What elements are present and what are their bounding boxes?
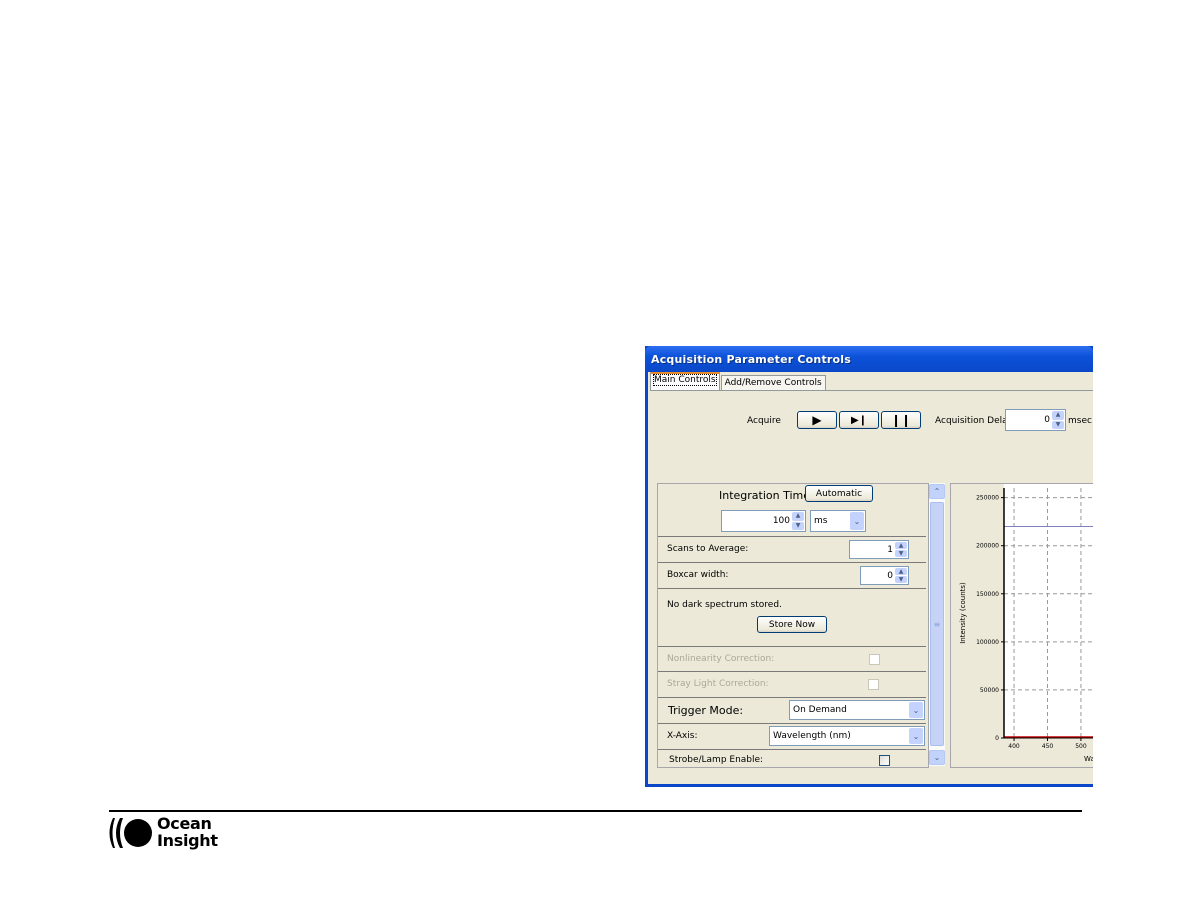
pause-icon: ❙❙ [890,413,912,427]
x-tick-label: 450 [1042,743,1054,750]
title-bar[interactable]: Acquisition Parameter Controls [645,346,1093,372]
boxcar-width-label: Boxcar width: [667,570,729,580]
acquisition-delay-value: 0 [1044,415,1050,425]
spin-down-icon[interactable]: ▼ [1052,420,1064,429]
x-tick-label: 500 [1075,743,1087,750]
nonlinearity-label: Nonlinearity Correction: [667,654,775,664]
acquisition-parameter-window: Acquisition Parameter Controls Main Cont… [645,346,1093,787]
controls-panel: Integration Time: Automatic 100 ▲ ▼ ms ⌄ … [657,483,929,768]
strobe-lamp-row: Strobe/Lamp Enable: [658,750,926,767]
play-button[interactable]: ▶ [797,411,837,429]
x-axis-dropdown[interactable]: Wavelength (nm) ⌄ [769,726,925,746]
spin-up-icon[interactable]: ▲ [1052,411,1064,420]
scans-to-average-row: Scans to Average: 1 ▲ ▼ [658,537,926,563]
integration-time-row: Integration Time: Automatic 100 ▲ ▼ ms ⌄ [658,484,926,537]
scans-to-average-label: Scans to Average: [667,544,749,554]
dark-spectrum-status: No dark spectrum stored. [667,600,782,610]
y-tick-label: 250000 [976,495,999,502]
chevron-down-icon[interactable]: ⌄ [909,702,923,718]
chevron-down-icon[interactable]: ⌄ [850,512,864,530]
acquisition-delay-spinner[interactable]: 0 ▲ ▼ [1005,409,1066,431]
strobe-lamp-checkbox[interactable] [879,755,890,766]
logo-line-insight: Insight [157,831,218,850]
y-tick-label: 100000 [976,639,999,646]
tab-main-controls[interactable]: Main Controls [650,372,720,390]
x-tick-label: 400 [1008,743,1020,750]
spin-down-icon[interactable]: ▼ [895,576,907,583]
logo-mark-icon [109,818,152,848]
boxcar-width-value: 0 [887,570,893,581]
scans-to-average-value: 1 [887,544,893,555]
stray-light-label: Stray Light Correction: [667,679,769,689]
y-tick-label: 200000 [976,543,999,550]
x-axis-label: X-Axis: [667,731,698,741]
spectrum-chart: 0 50000 100000 150000 200000 250000 400 450 500 I… [959,484,1093,763]
scroll-down-icon[interactable]: ⌄ [929,750,945,765]
store-now-button[interactable]: Store Now [757,616,827,633]
window-title: Acquisition Parameter Controls [651,353,852,366]
acquisition-delay-label: Acquisition Delay [935,416,1013,426]
boxcar-width-row: Boxcar width: 0 ▲ ▼ [658,563,926,589]
pause-button[interactable]: ❙❙ [881,411,921,429]
x-axis-value: Wavelength (nm) [773,731,851,741]
x-axis-title: Wa [1084,755,1093,763]
spectrum-graph: 0 50000 100000 150000 200000 250000 400 450 500 I… [950,483,1093,768]
single-step-button[interactable]: ▶❙ [839,411,879,429]
integration-time-label: Integration Time: [719,489,814,502]
scrollbar-thumb[interactable]: ≡ [930,502,944,746]
tab-add-remove-controls[interactable]: Add/Remove Controls [720,375,826,390]
tab-label: Main Controls [653,374,717,386]
y-axis-title: Intensity (counts) [959,582,967,644]
trigger-mode-value: On Demand [793,705,847,715]
logo-wordmark: Ocean Insight [157,815,218,849]
automatic-button[interactable]: Automatic [805,485,873,502]
integration-unit-dropdown[interactable]: ms ⌄ [810,510,866,532]
footer-rule [109,810,1082,812]
y-tick-label: 150000 [976,591,999,598]
trigger-mode-row: Trigger Mode: On Demand ⌄ [658,698,926,724]
play-icon: ▶ [812,413,822,427]
spin-up-icon[interactable]: ▲ [895,568,907,575]
y-tick-label: 0 [995,735,999,742]
plot-area [1004,484,1093,738]
integration-time-spinner[interactable]: 100 ▲ ▼ [721,510,806,532]
dark-spectrum-row: No dark spectrum stored. Store Now [658,589,926,647]
acquisition-delay-unit: msec [1068,416,1092,426]
nonlinearity-checkbox[interactable] [869,654,880,665]
spin-down-icon[interactable]: ▼ [792,521,804,530]
play-pause-icon: ▶❙ [850,414,868,426]
integration-unit-value: ms [814,516,828,526]
spin-up-icon[interactable]: ▲ [895,542,907,549]
integration-time-value: 100 [772,516,790,526]
boxcar-width-spinner[interactable]: 0 ▲ ▼ [860,566,909,585]
spin-down-icon[interactable]: ▼ [895,550,907,557]
spin-up-icon[interactable]: ▲ [792,512,804,521]
scroll-up-icon[interactable]: ⌃ [929,484,945,499]
ocean-insight-logo: Ocean Insight [107,815,227,851]
stray-light-row: Stray Light Correction: [658,672,926,698]
nonlinearity-row: Nonlinearity Correction: [658,647,926,672]
window-client-area: Main Controls Add/Remove Controls Acquir… [648,372,1093,784]
acquire-label: Acquire [747,416,781,426]
controls-scrollbar[interactable]: ⌃ ≡ ⌄ [929,483,945,766]
stray-light-checkbox[interactable] [868,679,879,690]
tab-divider [650,390,1093,391]
chevron-down-icon[interactable]: ⌄ [909,728,923,744]
logo-line-ocean: Ocean [157,814,212,833]
strobe-lamp-label: Strobe/Lamp Enable: [669,755,764,765]
x-axis-row: X-Axis: Wavelength (nm) ⌄ [658,724,926,750]
trigger-mode-dropdown[interactable]: On Demand ⌄ [789,700,925,720]
trigger-mode-label: Trigger Mode: [668,704,744,717]
tab-strip: Main Controls Add/Remove Controls [650,372,827,390]
y-tick-label: 50000 [980,687,999,694]
scans-to-average-spinner[interactable]: 1 ▲ ▼ [849,540,909,559]
